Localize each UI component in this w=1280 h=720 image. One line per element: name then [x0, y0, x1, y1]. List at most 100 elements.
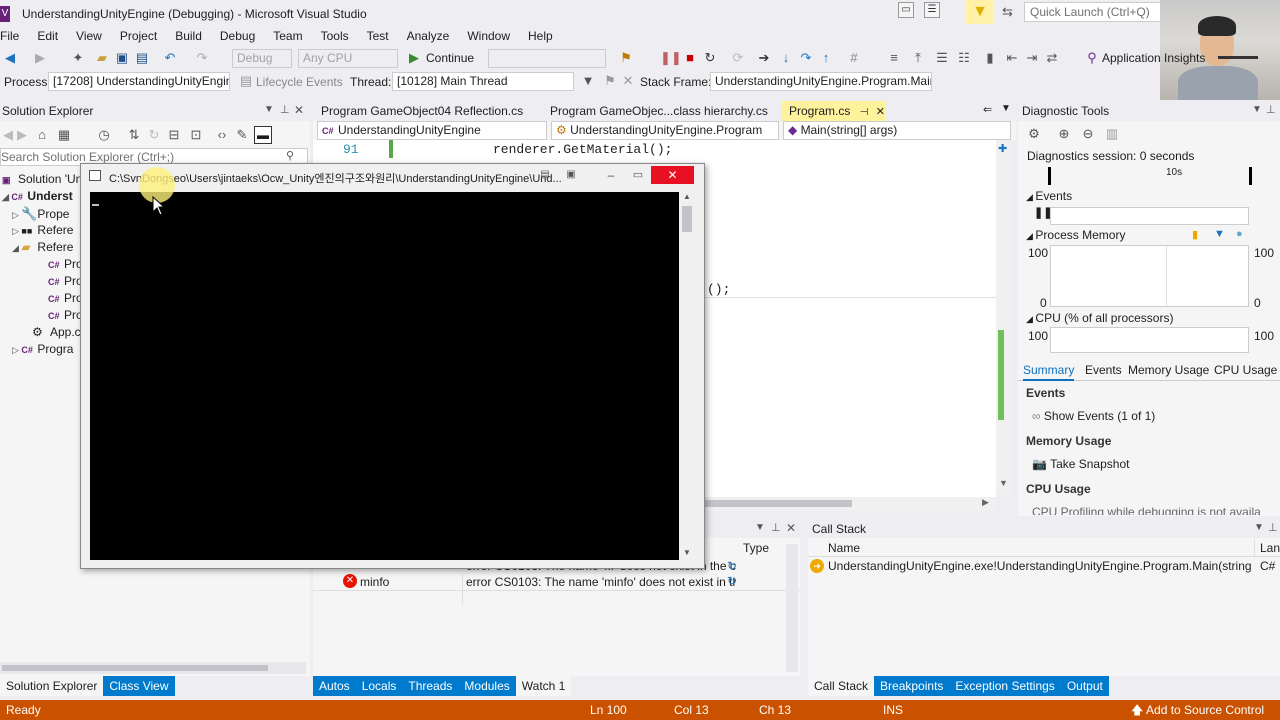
- switch-views-icon[interactable]: ▦: [56, 126, 72, 144]
- tree-item[interactable]: C# Pro: [0, 256, 83, 273]
- toolbar-icon-b[interactable]: ⤒: [910, 49, 926, 67]
- tab-modules[interactable]: Modules: [458, 676, 516, 696]
- nav-member-dropdown[interactable]: ◆ Main(string[] args): [783, 121, 1011, 140]
- watch-row-name[interactable]: minfo: [360, 575, 389, 589]
- restart-icon[interactable]: ↻: [702, 49, 718, 67]
- lifecycle-events-dropdown[interactable]: Lifecycle Events: [256, 75, 343, 89]
- scroll-down-icon[interactable]: ▼: [999, 478, 1008, 488]
- maximize-icon[interactable]: ▭: [624, 166, 652, 184]
- source-control-button[interactable]: 🡅 Add to Source Control: [1131, 700, 1264, 720]
- thread-expand-icon[interactable]: ✕: [620, 72, 636, 90]
- process-memory-graph[interactable]: [1050, 245, 1249, 307]
- tab-class-view[interactable]: Class View: [103, 676, 175, 696]
- collapse-all-icon[interactable]: ⊟: [166, 126, 182, 144]
- watch-scrollbar[interactable]: [786, 544, 798, 672]
- panel-dropdown-icon[interactable]: ▼: [264, 104, 274, 115]
- feedback-icon[interactable]: ☰: [924, 2, 940, 18]
- se-horizontal-scrollbar[interactable]: [0, 662, 306, 674]
- thread-filter-icon[interactable]: ▼: [580, 72, 596, 90]
- tab-autos[interactable]: Autos: [313, 676, 356, 696]
- menu-build[interactable]: Build: [166, 28, 211, 44]
- reset-view-icon[interactable]: ▥: [1104, 125, 1120, 143]
- console-close-button[interactable]: ✕: [651, 166, 694, 184]
- show-all-files-icon[interactable]: ⊡: [188, 126, 204, 144]
- menu-team[interactable]: Team: [264, 28, 311, 44]
- tree-item[interactable]: ▣ Solution 'Un: [0, 171, 83, 188]
- save-icon[interactable]: ▣: [114, 49, 130, 67]
- continue-icon[interactable]: ▶: [406, 49, 422, 67]
- menu-tools[interactable]: Tools: [312, 28, 358, 44]
- menu-view[interactable]: View: [67, 28, 111, 44]
- back-icon[interactable]: ◀: [2, 49, 18, 67]
- preview-icon[interactable]: ▬: [254, 126, 272, 144]
- tree-item[interactable]: ▷ 🔧Prope: [0, 205, 83, 222]
- save-all-icon[interactable]: ▤: [134, 49, 150, 67]
- tree-item[interactable]: ◢ C# Underst: [0, 188, 83, 205]
- new-project-icon[interactable]: ✦: [70, 49, 86, 67]
- uncomment-icon[interactable]: ☷: [956, 49, 972, 67]
- step-out-icon[interactable]: ↑: [818, 49, 834, 67]
- se-forward-icon[interactable]: ▶: [14, 126, 30, 144]
- menu-help[interactable]: Help: [519, 28, 562, 44]
- timeline-ruler[interactable]: [1048, 167, 1252, 185]
- search-icon[interactable]: ⚲: [286, 149, 294, 162]
- se-scroll-thumb[interactable]: [2, 665, 268, 671]
- call-stack-row[interactable]: UnderstandingUnityEngine.exe!Understandi…: [828, 559, 1252, 573]
- split-icon[interactable]: ✚: [998, 142, 1007, 155]
- show-events-link[interactable]: ∞ Show Events (1 of 1): [1032, 409, 1155, 423]
- tree-item[interactable]: C# Pro: [0, 290, 83, 307]
- step-into-icon[interactable]: ↓: [778, 49, 794, 67]
- call-stack-dropdown-icon[interactable]: ▼: [1254, 522, 1264, 533]
- minimize-icon[interactable]: –: [597, 166, 625, 184]
- events-section-header[interactable]: ◢ Events: [1026, 189, 1072, 203]
- diagnostics-toolbar-icon[interactable]: ⚑: [618, 49, 634, 67]
- home-icon[interactable]: ⌂: [34, 126, 50, 144]
- pin-icon[interactable]: ⇆: [1002, 4, 1013, 20]
- sync-icon[interactable]: ⇅: [126, 126, 142, 144]
- watch-dropdown-icon[interactable]: ▼: [755, 522, 765, 533]
- tab-solution-explorer[interactable]: Solution Explorer: [0, 676, 104, 696]
- tab-dropdown-icon[interactable]: ▼: [1001, 103, 1011, 114]
- process-memory-header[interactable]: ◢ Process Memory: [1026, 228, 1125, 242]
- diag-pin-icon[interactable]: ⊥: [1266, 103, 1276, 116]
- tab-memory-usage[interactable]: Memory Usage: [1128, 363, 1209, 377]
- platform-dropdown[interactable]: Any CPU: [298, 49, 398, 68]
- tree-item[interactable]: ▷ ■■ Refere: [0, 222, 83, 239]
- menu-test[interactable]: Test: [358, 28, 398, 44]
- watch-pin-icon[interactable]: ⊥: [771, 521, 781, 534]
- tab-class-hierarchy[interactable]: Program GameObjec...class hierarchy.cs: [542, 101, 776, 121]
- console-scroll-thumb[interactable]: [682, 206, 692, 232]
- nav-class-dropdown[interactable]: ⚙ UnderstandingUnityEngine.Program: [551, 121, 779, 140]
- tree-item[interactable]: ▷ C# Progra: [0, 341, 83, 358]
- panel-close-icon[interactable]: ✕: [294, 103, 304, 117]
- application-insights-icon[interactable]: ⚲: [1084, 49, 1100, 67]
- undo-icon[interactable]: ↶: [162, 49, 178, 67]
- open-folder-icon[interactable]: ▰: [94, 49, 110, 67]
- diag-settings-icon[interactable]: ⚙: [1026, 125, 1042, 143]
- config-dropdown[interactable]: Debug: [232, 49, 292, 68]
- zoom-in-icon[interactable]: ⊕: [1056, 125, 1072, 143]
- bookmark-next-icon[interactable]: ⇥: [1024, 49, 1040, 67]
- editor-horizontal-scrollbar[interactable]: ▶: [700, 497, 996, 511]
- menu-file[interactable]: File: [0, 28, 28, 44]
- tab-cpu-usage[interactable]: CPU Usage: [1214, 363, 1277, 377]
- call-stack-pin-icon[interactable]: ⊥: [1268, 521, 1278, 534]
- tab-events[interactable]: Events: [1085, 363, 1122, 377]
- break-all-icon[interactable]: ❚❚: [660, 49, 682, 67]
- editor-vertical-scrollbar[interactable]: ✚ ▼: [996, 140, 1010, 495]
- nav-project-dropdown[interactable]: C# UnderstandingUnityEngine: [317, 121, 547, 140]
- tab-summary[interactable]: Summary: [1023, 363, 1075, 381]
- events-graph[interactable]: [1050, 207, 1249, 225]
- pending-changes-icon[interactable]: ◷: [96, 126, 112, 144]
- console-scrollbar[interactable]: ▲ ▼: [681, 192, 694, 560]
- tree-item[interactable]: ◢ ▰ Refere: [0, 239, 83, 256]
- bookmark-icon[interactable]: ▮: [982, 49, 998, 67]
- thread-dropdown[interactable]: [10128] Main Thread: [392, 72, 574, 91]
- menu-debug[interactable]: Debug: [211, 28, 264, 44]
- console-scroll-up-icon[interactable]: ▲: [683, 192, 691, 201]
- console-scroll-down-icon[interactable]: ▼: [683, 548, 691, 557]
- menu-edit[interactable]: Edit: [28, 28, 67, 44]
- zoom-out-icon[interactable]: ⊖: [1080, 125, 1096, 143]
- tab-breakpoints[interactable]: Breakpoints: [874, 676, 950, 696]
- tab-watch-1[interactable]: Watch 1: [515, 676, 572, 696]
